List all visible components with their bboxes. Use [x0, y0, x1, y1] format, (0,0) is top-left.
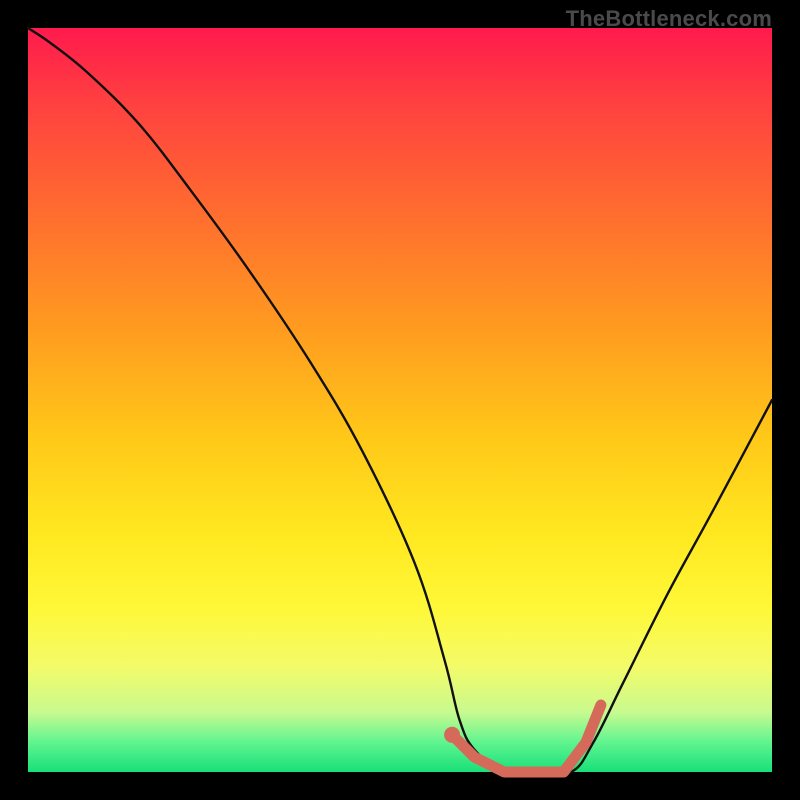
bottleneck-curve: [28, 28, 772, 774]
optimal-range-marker: [452, 705, 601, 772]
optimal-range-start-dot: [444, 727, 460, 743]
plot-area: [28, 28, 772, 772]
chart-svg: [28, 28, 772, 772]
chart-frame: TheBottleneck.com: [0, 0, 800, 800]
